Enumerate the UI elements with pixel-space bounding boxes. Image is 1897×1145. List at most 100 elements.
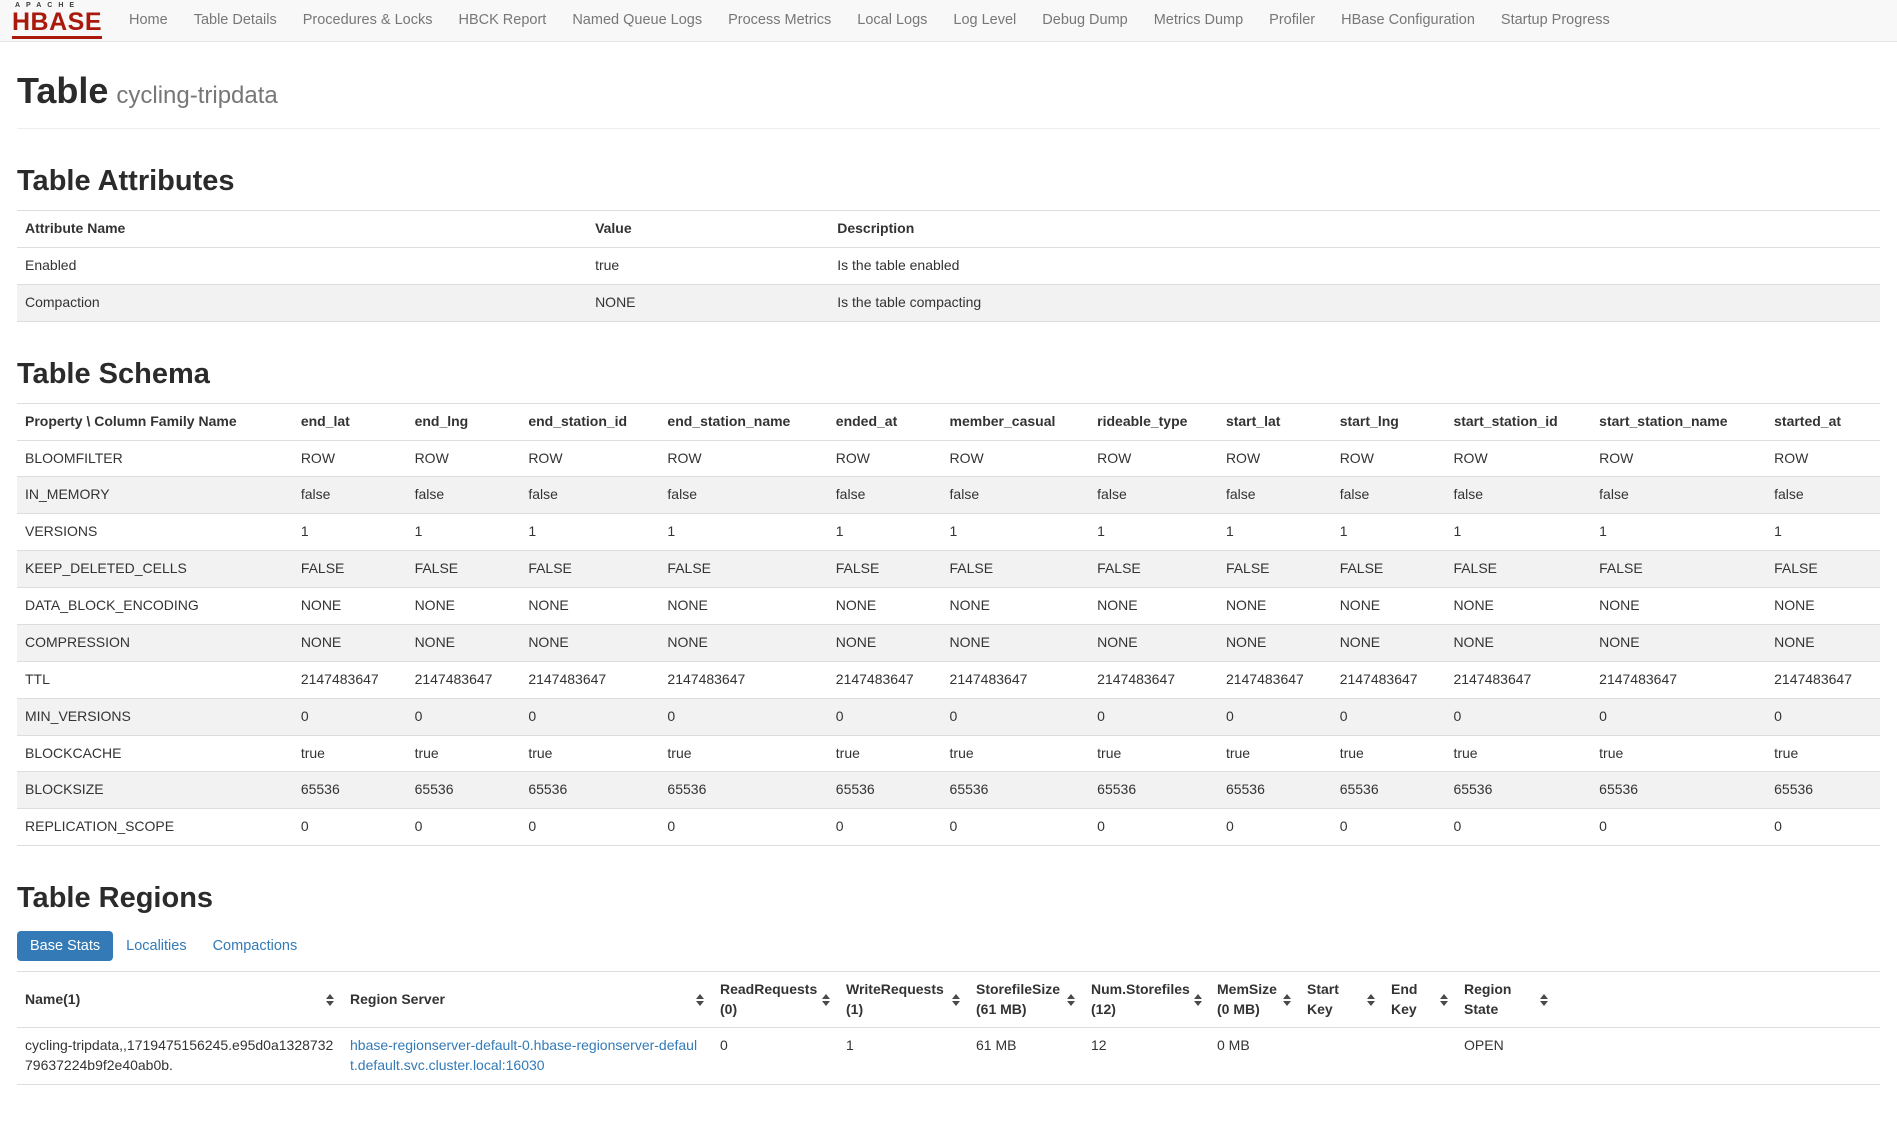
- sortable-column-header-memsize-0-mb[interactable]: MemSize (0 MB): [1209, 972, 1299, 1028]
- sort-down-arrow-icon: [326, 1001, 334, 1006]
- sortable-column-header-name-1[interactable]: Name(1): [17, 972, 342, 1028]
- property-value-cell: NONE: [407, 588, 521, 625]
- property-value-cell: ROW: [520, 440, 659, 477]
- attribute-row: EnabledtrueIs the table enabled: [17, 247, 1880, 284]
- property-value-cell: ROW: [659, 440, 827, 477]
- regions-heading: Table Regions: [17, 882, 1880, 915]
- column-header-label: WriteRequests (1): [846, 980, 948, 1019]
- nav-item-hbck-report[interactable]: HBCK Report: [445, 0, 559, 41]
- nav-item-hbase-configuration[interactable]: HBase Configuration: [1328, 0, 1488, 41]
- property-value-cell: 2147483647: [1766, 661, 1880, 698]
- property-value-cell: 1: [407, 514, 521, 551]
- property-value-cell: true: [1445, 735, 1591, 772]
- property-value-cell: NONE: [828, 588, 942, 625]
- schema-row: BLOCKCACHEtruetruetruetruetruetruetruetr…: [17, 735, 1880, 772]
- nav-item-debug-dump[interactable]: Debug Dump: [1029, 0, 1140, 41]
- schema-row: MIN_VERSIONS000000000000: [17, 698, 1880, 735]
- nav-list-item: HBCK Report: [445, 0, 559, 41]
- property-value-cell: FALSE: [659, 551, 827, 588]
- property-name-cell: MIN_VERSIONS: [17, 698, 293, 735]
- schema-header-row: Property \ Column Family Nameend_latend_…: [17, 403, 1880, 440]
- property-value-cell: 65536: [1218, 772, 1332, 809]
- property-value-cell: 65536: [659, 772, 827, 809]
- sort-up-arrow-icon: [1440, 994, 1448, 999]
- property-value-cell: NONE: [659, 588, 827, 625]
- column-header-wrap: Start Key: [1307, 980, 1375, 1019]
- schema-row: KEEP_DELETED_CELLSFALSEFALSEFALSEFALSEFA…: [17, 551, 1880, 588]
- nav-list-item: Metrics Dump: [1141, 0, 1256, 41]
- property-value-cell: false: [1445, 477, 1591, 514]
- sortable-column-header-region-server[interactable]: Region Server: [342, 972, 712, 1028]
- property-name-cell: BLOCKSIZE: [17, 772, 293, 809]
- region-cell: 0: [712, 1028, 838, 1085]
- sortable-column-header-writerequests-1[interactable]: WriteRequests (1): [838, 972, 968, 1028]
- sort-icon: [1440, 994, 1448, 1006]
- property-value-cell: 0: [828, 698, 942, 735]
- nav-item-table-details[interactable]: Table Details: [181, 0, 290, 41]
- nav-list-item: Process Metrics: [715, 0, 844, 41]
- sort-down-arrow-icon: [1067, 1001, 1075, 1006]
- property-value-cell: false: [1089, 477, 1218, 514]
- sortable-column-header-region-state[interactable]: Region State: [1456, 972, 1556, 1028]
- nav-item-local-logs[interactable]: Local Logs: [844, 0, 940, 41]
- nav-item-profiler[interactable]: Profiler: [1256, 0, 1328, 41]
- property-name-cell: BLOCKCACHE: [17, 735, 293, 772]
- schema-row: DATA_BLOCK_ENCODINGNONENONENONENONENONEN…: [17, 588, 1880, 625]
- region-cell: 12: [1083, 1028, 1209, 1085]
- column-header-wrap: ReadRequests (0): [720, 980, 830, 1019]
- property-value-cell: ROW: [1332, 440, 1446, 477]
- sort-down-arrow-icon: [1440, 1001, 1448, 1006]
- sort-down-arrow-icon: [1283, 1001, 1291, 1006]
- property-value-cell: 0: [1332, 698, 1446, 735]
- sortable-column-header-storefilesize-61-mb[interactable]: StorefileSize (61 MB): [968, 972, 1083, 1028]
- property-value-cell: NONE: [1332, 624, 1446, 661]
- nav-menu: HomeTable DetailsProcedures & LocksHBCK …: [116, 0, 1623, 41]
- hbase-logo[interactable]: APACHE HBASE: [12, 2, 102, 39]
- tab-base-stats[interactable]: Base Stats: [17, 931, 113, 961]
- tab-localities[interactable]: Localities: [113, 931, 199, 961]
- table-attributes-table: Attribute NameValueDescription Enabledtr…: [17, 210, 1880, 322]
- sortable-column-header-num-storefiles-12[interactable]: Num.Storefiles (12): [1083, 972, 1209, 1028]
- property-value-cell: false: [407, 477, 521, 514]
- property-value-cell: 0: [1766, 698, 1880, 735]
- column-header-label: Region State: [1464, 980, 1536, 1019]
- column-family-header-start-lat: start_lat: [1218, 403, 1332, 440]
- property-value-cell: 0: [1089, 809, 1218, 846]
- column-header-wrap: WriteRequests (1): [846, 980, 960, 1019]
- property-value-cell: 0: [407, 698, 521, 735]
- sort-down-arrow-icon: [696, 1001, 704, 1006]
- property-value-cell: 0: [1089, 698, 1218, 735]
- table-name: cycling-tripdata: [116, 82, 277, 109]
- nav-list-item: Named Queue Logs: [559, 0, 715, 41]
- property-value-cell: 65536: [293, 772, 407, 809]
- property-value-cell: 2147483647: [942, 661, 1090, 698]
- nav-item-procedures-locks[interactable]: Procedures & Locks: [290, 0, 446, 41]
- property-value-cell: true: [659, 735, 827, 772]
- sortable-column-header-end-key[interactable]: End Key: [1383, 972, 1456, 1028]
- nav-item-metrics-dump[interactable]: Metrics Dump: [1141, 0, 1256, 41]
- sortable-column-header-readrequests-0[interactable]: ReadRequests (0): [712, 972, 838, 1028]
- property-value-cell: FALSE: [1445, 551, 1591, 588]
- schema-heading: Table Schema: [17, 358, 1880, 391]
- region-server-link[interactable]: hbase-regionserver-default-0.hbase-regio…: [350, 1037, 697, 1073]
- sortable-column-header-start-key[interactable]: Start Key: [1299, 972, 1383, 1028]
- tab-compactions[interactable]: Compactions: [200, 931, 311, 961]
- sort-icon: [1367, 994, 1375, 1006]
- property-value-cell: 65536: [828, 772, 942, 809]
- property-value-cell: 1: [1332, 514, 1446, 551]
- property-value-cell: 1: [828, 514, 942, 551]
- property-value-cell: FALSE: [407, 551, 521, 588]
- main-content: Tablecycling-tripdata Table Attributes A…: [0, 42, 1897, 1145]
- schema-row: IN_MEMORYfalsefalsefalsefalsefalsefalsef…: [17, 477, 1880, 514]
- sort-icon: [952, 994, 960, 1006]
- nav-item-process-metrics[interactable]: Process Metrics: [715, 0, 844, 41]
- property-value-cell: 0: [1218, 698, 1332, 735]
- column-header-description: Description: [829, 211, 1880, 248]
- property-value-cell: NONE: [520, 624, 659, 661]
- sort-icon: [1067, 994, 1075, 1006]
- property-value-cell: ROW: [828, 440, 942, 477]
- nav-item-startup-progress[interactable]: Startup Progress: [1488, 0, 1623, 41]
- nav-item-log-level[interactable]: Log Level: [940, 0, 1029, 41]
- nav-item-named-queue-logs[interactable]: Named Queue Logs: [559, 0, 715, 41]
- nav-item-home[interactable]: Home: [116, 0, 181, 41]
